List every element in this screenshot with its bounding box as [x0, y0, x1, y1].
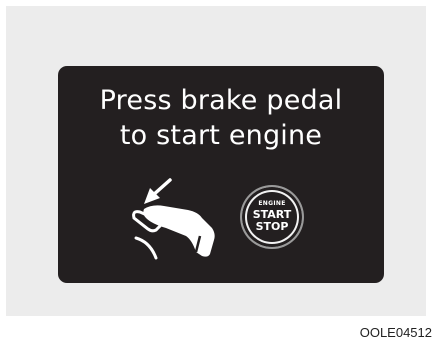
cluster-lcd-display: Press brake pedal to start engine ENGINE… — [58, 66, 384, 283]
start-button-label-stop: STOP — [255, 220, 289, 233]
start-button-label-engine: ENGINE — [258, 200, 286, 207]
arrow-down-left-icon — [144, 178, 172, 204]
start-button-label-start: START — [252, 208, 292, 221]
brake-pedal-icon — [132, 178, 215, 260]
message-line-2: to start engine — [119, 120, 323, 151]
engine-start-stop-button-icon: ENGINE START STOP — [242, 187, 302, 247]
figure-code: OOLE04512 — [359, 325, 432, 340]
message-line-1: Press brake pedal — [99, 85, 343, 116]
